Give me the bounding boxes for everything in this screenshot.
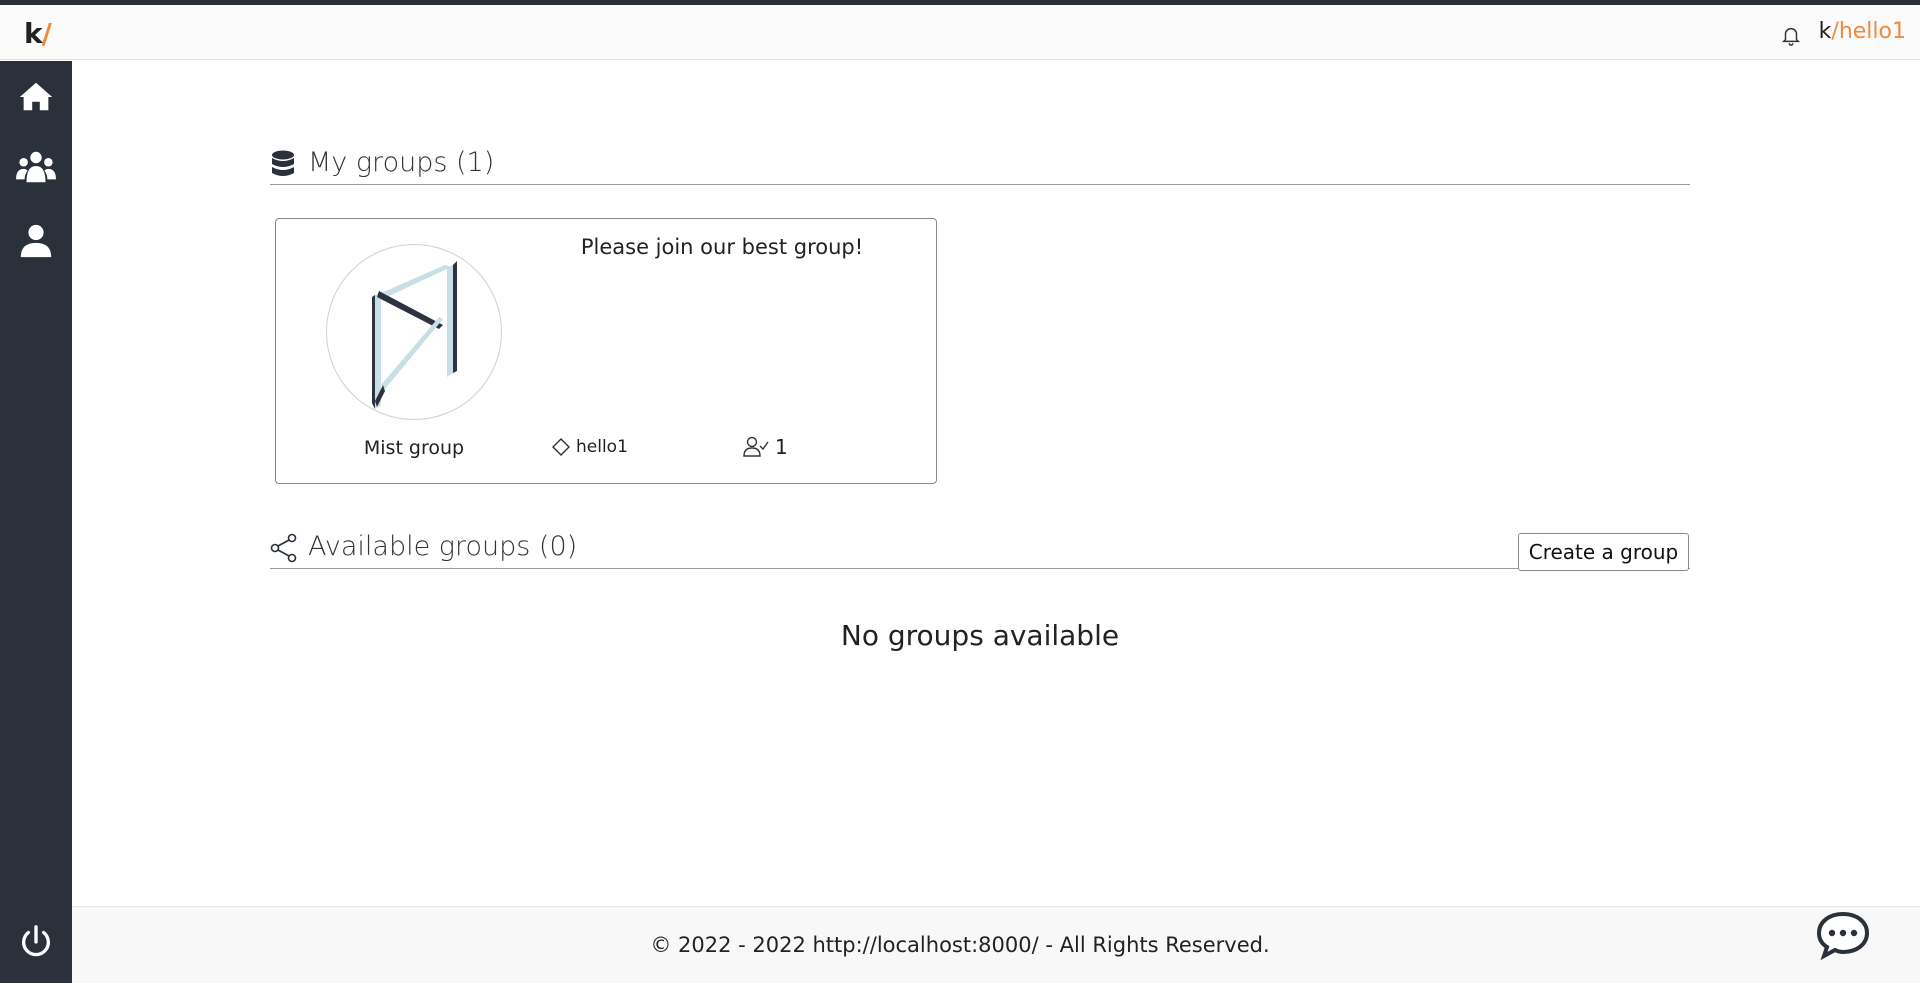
member-check-icon — [743, 436, 769, 457]
power-icon[interactable] — [17, 923, 55, 961]
group-description: Please join our best group! — [580, 235, 864, 259]
main-content: My groups (1) Mist group Please join our… — [72, 61, 1920, 906]
available-groups-title: Available groups (0) — [308, 531, 578, 562]
footer: © 2022 - 2022 http://localhost:8000/ - A… — [72, 906, 1920, 983]
group-card[interactable]: Mist group Please join our best group! h… — [275, 218, 937, 484]
logo-k: k — [24, 17, 43, 50]
no-groups-message: No groups available — [840, 619, 1120, 652]
home-icon[interactable] — [17, 77, 55, 115]
user-profile-link[interactable]: k/hello1 — [1819, 19, 1906, 44]
user-icon[interactable] — [17, 222, 55, 260]
group-name: Mist group — [363, 437, 465, 459]
logo-slash: / — [41, 17, 52, 50]
my-groups-title: My groups (1) — [308, 147, 495, 178]
available-groups-header: Available groups (0) — [270, 525, 1690, 569]
chat-icon[interactable] — [1816, 910, 1870, 960]
create-group-button[interactable]: Create a group — [1518, 533, 1689, 571]
group-members: 1 — [743, 435, 788, 459]
user-name: hello1 — [1838, 19, 1906, 44]
group-owner: hello1 — [552, 437, 628, 457]
group-member-count: 1 — [775, 435, 788, 459]
group-avatar — [326, 244, 502, 420]
diamond-icon — [552, 438, 570, 456]
group-logo — [372, 261, 457, 409]
top-bar: k/ k/hello1 — [0, 5, 1920, 60]
user-slash: / — [1831, 19, 1839, 44]
group-owner-name: hello1 — [576, 437, 628, 457]
database-icon — [272, 150, 294, 176]
footer-copyright: © 2022 - 2022 http://localhost:8000/ - A… — [650, 933, 1270, 957]
logo[interactable]: k/ — [24, 17, 52, 50]
sidebar — [0, 61, 72, 983]
bell-icon[interactable] — [1780, 23, 1802, 47]
my-groups-header: My groups (1) — [270, 141, 1690, 185]
user-k: k — [1818, 19, 1832, 44]
share-icon — [270, 533, 297, 563]
groups-icon[interactable] — [14, 148, 58, 186]
